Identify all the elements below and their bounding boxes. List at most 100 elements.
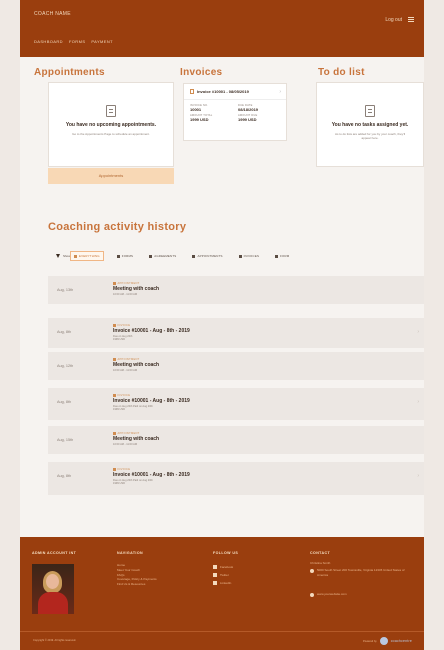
footer-contact-heading: CONTACT [310,551,331,555]
todo-card: You have no tasks assigned yet. As to do… [316,82,424,167]
invoice-heading: Invoice #10001 - 08/05/2019 [197,89,249,94]
calendar-icon [113,358,116,361]
contact-address: 5000 South Street 200 Townsville, Virgin… [310,568,410,577]
powered-logo-icon [379,637,388,645]
invoice-icon [113,394,116,397]
calendar-icon [113,282,116,285]
invoice-no-value: 10001 [190,107,202,112]
social-twitter[interactable]: Twitter [213,573,229,577]
appointments-empty-heading: You have no upcoming appointments. [65,122,157,128]
activity-category: INVOICE [117,324,131,327]
appointments-button[interactable]: Appointments [48,168,174,184]
activity-row[interactable]: Aug, 12th APPOINTMENT Meeting with coach… [48,352,424,380]
contact-name: Christina Smith [310,561,331,565]
activity-row[interactable]: Aug, 8th INVOICE Invoice #10001 - Aug - … [48,462,424,495]
invoices-title: Invoices [180,67,223,78]
top-header: COACH NAME DASHBOARD FORMS PAYMENT Log o… [20,0,424,57]
calendar-check-icon [106,105,116,117]
facebook-icon [213,565,217,569]
activity-title-text: Invoice #10001 - Aug - 8th - 2019 [113,328,190,334]
filter-forms[interactable]: FORMS [114,252,136,260]
invoice-card[interactable]: Invoice #10001 - 08/05/2019 INVOICE NO. 1… [183,83,287,141]
activity-category: INVOICE [117,394,131,397]
todo-title: To do list [318,67,365,78]
copyright: Copyright © 2019. All rights reserved. [33,639,76,642]
nav-dashboard[interactable]: DASHBOARD [34,39,63,44]
forms-icon [116,254,120,258]
activity-date: Aug, 13th [57,288,74,292]
appointments-title: Appointments [34,67,105,78]
amount-due-value: 1999 USD [238,117,257,122]
footer-link-resources[interactable]: Find Us & Resources [117,582,157,587]
nav-forms[interactable]: FORMS [69,39,85,44]
activity-title-text: Invoice #10001 - Aug - 8th - 2019 [113,398,190,404]
activity-amount: 1999 USD [113,338,125,342]
invoice-icon [113,468,116,471]
footer-account-heading: ADMIN ACCOUNT INT [32,551,77,555]
activity-title-text: Invoice #10001 - Aug - 8th - 2019 [113,472,190,478]
coach-photo [32,564,74,614]
clipboard-icon [365,105,375,117]
page: COACH NAME DASHBOARD FORMS PAYMENT Log o… [20,0,424,650]
filter-agreements[interactable]: AGREEMENTS [146,252,179,260]
chevron-right-icon: › [417,473,419,479]
activity-category: APPOINTMENT [117,432,140,435]
social-facebook[interactable]: Facebook [213,565,233,569]
activity-amount: 1999 USD [113,482,125,486]
activity-date: Aug, 8th [57,400,72,404]
brand-name[interactable]: COACH NAME [34,11,71,17]
footer: ADMIN ACCOUNT INT NAVIGATION Home Meet Y… [20,537,424,650]
activity-title-text: Meeting with coach [113,362,160,368]
form-icon [275,254,279,258]
main-nav: DASHBOARD FORMS PAYMENT [34,39,113,44]
activity-category: APPOINTMENT [117,282,140,285]
activity-sub: 10:00 AM - 11:00 AM [113,443,138,446]
invoice-icon [190,89,194,94]
activity-date: Aug, 8th [57,474,72,478]
todo-empty-heading: You have no tasks assigned yet. [331,122,409,128]
filter-icon [74,254,77,258]
appointments-icon [192,254,196,258]
contact-web[interactable]: www.yourwebsite.com [310,592,347,597]
nav-payment[interactable]: PAYMENT [91,39,113,44]
powered-by[interactable]: Powered by coachcentre [363,637,412,645]
activity-amount: 1999 USD [113,408,125,412]
filter-label: Show [56,254,71,258]
invoices-icon [238,254,242,258]
logout-link[interactable]: Log out [385,17,402,23]
activity-sub: 10:00 AM - 11:00 AM [113,293,138,296]
agreements-icon [149,254,153,258]
chevron-right-icon: › [417,329,419,335]
activity-title: Coaching activity history [48,221,187,233]
filter-invoices[interactable]: INVOICES [236,252,262,260]
filter-appointments[interactable]: APPOINTMENTS [189,252,225,260]
linkedin-icon [213,581,217,585]
due-date-value: 08/18/2019 [238,107,259,112]
amount-total-value: 1999 USD [190,117,209,122]
activity-date: Aug, 12th [57,364,74,368]
footer-nav-heading: NAVIGATION [117,551,144,555]
twitter-icon [213,573,217,577]
activity-row[interactable]: Aug, 8th INVOICE Invoice #10001 - Aug - … [48,388,424,420]
activity-category: INVOICE [117,468,131,471]
activity-row[interactable]: Aug, 15th APPOINTMENT Meeting with coach… [48,426,424,454]
activity-row[interactable]: Aug, 8th INVOICE Invoice #10001 - Aug - … [48,318,424,348]
funnel-icon [56,254,60,258]
globe-icon [310,593,314,597]
social-linkedin[interactable]: LinkedIn [213,581,231,585]
footer-nav: Home Meet Your Coach FAQs Coverage, Poli… [117,563,157,587]
activity-filters: EVERYTHING FORMS AGREEMENTS APPOINTMENTS… [70,251,292,261]
activity-row[interactable]: Aug, 13th APPOINTMENT Meeting with coach… [48,276,424,304]
appointments-card: You have no upcoming appointments. Go to… [48,82,174,167]
calendar-icon [113,432,116,435]
activity-sub: 10:00 AM - 11:00 AM [113,369,138,372]
chevron-right-icon: › [279,89,281,95]
activity-category: APPOINTMENT [117,358,140,361]
activity-date: Aug, 15th [57,438,74,442]
hamburger-menu-icon[interactable] [408,17,414,22]
activity-title-text: Meeting with coach [113,436,160,442]
chevron-right-icon: › [417,399,419,405]
filter-everything[interactable]: EVERYTHING [70,251,104,261]
appointments-empty-sub: Go to the Appointments Page to schedule … [72,131,150,136]
filter-form[interactable]: FORM [272,252,292,260]
